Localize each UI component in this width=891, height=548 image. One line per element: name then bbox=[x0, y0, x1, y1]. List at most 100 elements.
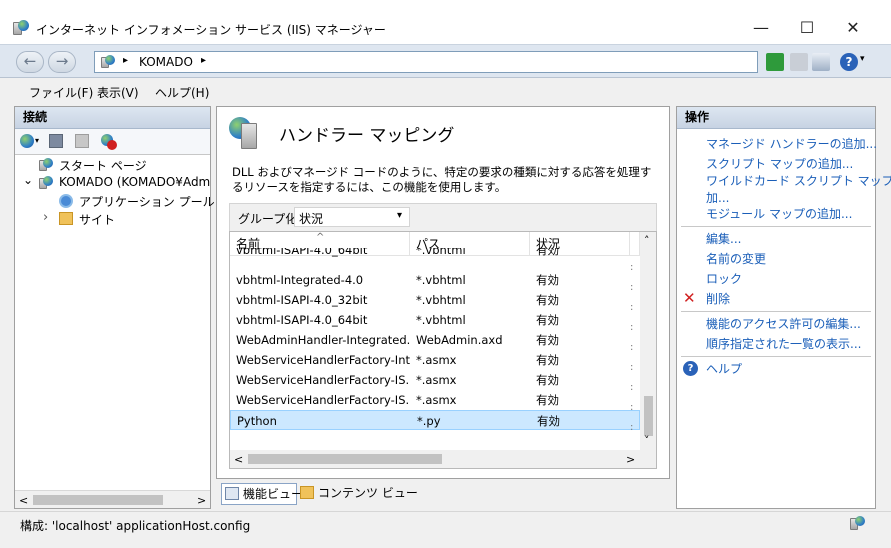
group-by-value: 状況 bbox=[299, 212, 324, 226]
minimize-button[interactable]: — bbox=[738, 12, 784, 44]
status-bar: 構成: 'localhost' applicationHost.config bbox=[0, 511, 891, 536]
cell-name: WebServiceHandlerFactory-IS... bbox=[236, 373, 410, 387]
group-by-label: グループ化: bbox=[238, 212, 302, 226]
home-icon[interactable] bbox=[812, 53, 830, 71]
tab-content-view[interactable]: コンテンツ ビュー bbox=[298, 483, 418, 505]
action-add-module-map[interactable]: モジュール マップの追加... bbox=[706, 206, 852, 223]
actions-pane: 操作 マネージド ハンドラーの追加... スクリプト マップの追加... ワイル… bbox=[676, 106, 891, 509]
tree-item-label: サイト bbox=[79, 213, 116, 227]
connect-dropdown-icon[interactable]: ▾ bbox=[35, 136, 39, 145]
forward-button[interactable]: → bbox=[48, 51, 76, 73]
scrollbar-thumb[interactable] bbox=[248, 454, 442, 464]
cell-state: 有効 bbox=[536, 313, 559, 327]
table-row[interactable]: WebServiceHandlerFactory-IS... *.asmx 有効 bbox=[230, 370, 640, 390]
scrollbar-thumb[interactable] bbox=[644, 396, 653, 436]
action-rename[interactable]: 名前の変更 bbox=[706, 251, 766, 268]
cell-state: 有効 bbox=[536, 393, 559, 407]
breadcrumb-server[interactable]: KOMADO bbox=[139, 55, 193, 69]
feature-pane: ハンドラー マッピング DLL およびマネージド コードのように、特定の要求の種… bbox=[216, 106, 670, 479]
address-bar[interactable]: ▸ KOMADO ▸ bbox=[94, 51, 758, 73]
app-pool-icon bbox=[59, 194, 73, 208]
cell-path: *.vbhtml bbox=[416, 248, 466, 257]
table-row[interactable]: WebAdminHandler-Integrated... WebAdmin.a… bbox=[230, 330, 640, 350]
cell-path: *.py bbox=[417, 414, 441, 428]
address-toolbar: ← → ▸ KOMADO ▸ ? ▾ bbox=[0, 44, 891, 78]
stop-icon[interactable] bbox=[790, 53, 808, 71]
cell-name: vbhtml-Integrated-4.0 bbox=[236, 273, 364, 287]
tree-item-label: KOMADO (KOMADO¥Admin bbox=[59, 175, 210, 189]
tree-item-label: アプリケーション プール bbox=[79, 195, 215, 209]
up-level-icon[interactable] bbox=[75, 134, 89, 148]
connections-hscrollbar[interactable]: < > bbox=[15, 490, 210, 508]
cell-state: 有効 bbox=[536, 248, 559, 257]
action-wildcard-line2: 加... bbox=[706, 191, 730, 205]
scrollbar-thumb[interactable] bbox=[33, 495, 163, 505]
action-add-managed-handler[interactable]: マネージド ハンドラーの追加... bbox=[706, 136, 877, 153]
refresh-icon[interactable] bbox=[766, 53, 784, 71]
cell-name: vbhtml-ISAPI-4.0_64bit bbox=[236, 248, 368, 257]
tree-expander-icon[interactable]: › bbox=[43, 210, 48, 225]
cell-state: 有効 bbox=[536, 333, 559, 347]
start-page-icon bbox=[39, 158, 53, 172]
table-row[interactable]: vbhtml-Integrated-4.0 *.vbhtml 有効 bbox=[230, 270, 640, 290]
table-row[interactable]: WebServiceHandlerFactory-Int... *.asmx 有… bbox=[230, 350, 640, 370]
menu-help[interactable]: ヘルプ(H) bbox=[155, 84, 209, 101]
action-edit-feature-permissions[interactable]: 機能のアクセス許可の編集... bbox=[706, 316, 861, 333]
action-view-ordered-list[interactable]: 順序指定された一覧の表示... bbox=[706, 336, 861, 353]
help-icon[interactable]: ? bbox=[683, 361, 698, 376]
scroll-right-icon[interactable]: > bbox=[626, 453, 635, 466]
help-dropdown-arrow-icon[interactable]: ▾ bbox=[860, 54, 865, 64]
table-row[interactable]: WebServiceHandlerFactory-IS... *.asmx 有効 bbox=[230, 390, 640, 410]
tree-item-label: スタート ページ bbox=[59, 159, 147, 173]
maximize-button[interactable]: ☐ bbox=[784, 12, 830, 44]
table-row[interactable]: vbhtml-ISAPI-4.0_64bit *.vbhtml 有効 bbox=[230, 248, 640, 260]
connect-icon[interactable] bbox=[20, 134, 34, 148]
disconnect-icon[interactable] bbox=[101, 134, 117, 150]
action-add-wildcard-script-map[interactable]: ワイルドカード スクリプト マップの追 加... bbox=[706, 173, 891, 207]
scroll-up-icon[interactable]: ˄ bbox=[644, 234, 650, 247]
window-title: インターネット インフォメーション サービス (IIS) マネージャー bbox=[36, 23, 386, 37]
tree-item-server[interactable]: ⌄ KOMADO (KOMADO¥Admin bbox=[15, 173, 210, 191]
divider bbox=[681, 356, 871, 357]
back-button[interactable]: ← bbox=[16, 51, 44, 73]
action-help[interactable]: ヘルプ bbox=[706, 361, 742, 378]
action-edit[interactable]: 編集... bbox=[706, 231, 741, 248]
menu-view[interactable]: 表示(V) bbox=[97, 84, 139, 101]
scroll-right-icon[interactable]: > bbox=[197, 494, 206, 507]
scroll-down-icon[interactable]: ˅ bbox=[644, 434, 650, 447]
title-bar: インターネット インフォメーション サービス (IIS) マネージャー — ☐ … bbox=[0, 0, 891, 44]
table-row[interactable]: vbhtml-ISAPI-4.0_32bit *.vbhtml 有効 bbox=[230, 290, 640, 310]
menu-file[interactable]: ファイル(F) bbox=[29, 84, 93, 101]
iis-app-icon bbox=[13, 20, 29, 36]
close-button[interactable]: ✕ bbox=[830, 12, 876, 44]
breadcrumb-separator: ▸ bbox=[123, 55, 129, 66]
menu-bar: ファイル(F) 表示(V) ヘルプ(H) bbox=[0, 78, 891, 104]
cell-name: WebServiceHandlerFactory-Int... bbox=[236, 353, 410, 367]
cell-name: WebServiceHandlerFactory-IS... bbox=[236, 393, 410, 407]
server-icon bbox=[39, 176, 53, 190]
cell-name: Python bbox=[237, 414, 277, 428]
table-row-selected[interactable]: Python *.py 有効 bbox=[230, 410, 640, 430]
cell-name: vbhtml-ISAPI-4.0_64bit bbox=[236, 313, 368, 327]
scroll-left-icon[interactable]: < bbox=[234, 453, 243, 466]
scroll-left-icon[interactable]: < bbox=[19, 494, 28, 507]
cell-state: 有効 bbox=[537, 414, 560, 428]
actions-header: 操作 bbox=[677, 107, 875, 129]
action-delete[interactable]: 削除 bbox=[706, 291, 730, 308]
tab-features-view[interactable]: 機能ビュー bbox=[221, 483, 303, 505]
breadcrumb-expand-arrow[interactable]: ▸ bbox=[201, 55, 206, 66]
table-hscrollbar[interactable]: < > bbox=[230, 450, 656, 468]
action-add-script-map[interactable]: スクリプト マップの追加... bbox=[706, 156, 853, 173]
cell-path: *.asmx bbox=[416, 373, 457, 387]
delete-icon[interactable]: ✕ bbox=[683, 289, 696, 307]
handler-mappings-table: 名前 ^ パス 状況 vbhtml-ISAPI-4.0_64bit *.vbht… bbox=[229, 231, 657, 469]
help-icon[interactable]: ? bbox=[840, 53, 858, 71]
tree-expander-icon[interactable]: ⌄ bbox=[23, 173, 33, 187]
table-row[interactable]: vbhtml-ISAPI-4.0_64bit *.vbhtml 有効 bbox=[230, 310, 640, 330]
action-lock[interactable]: ロック bbox=[706, 271, 742, 288]
table-vscrollbar[interactable]: ˄ ˅ bbox=[640, 232, 656, 450]
group-by-select[interactable]: 状況 ▾ bbox=[294, 207, 410, 227]
divider bbox=[681, 226, 871, 227]
cell-path: WebAdmin.axd bbox=[416, 333, 503, 347]
save-icon[interactable] bbox=[49, 134, 63, 148]
